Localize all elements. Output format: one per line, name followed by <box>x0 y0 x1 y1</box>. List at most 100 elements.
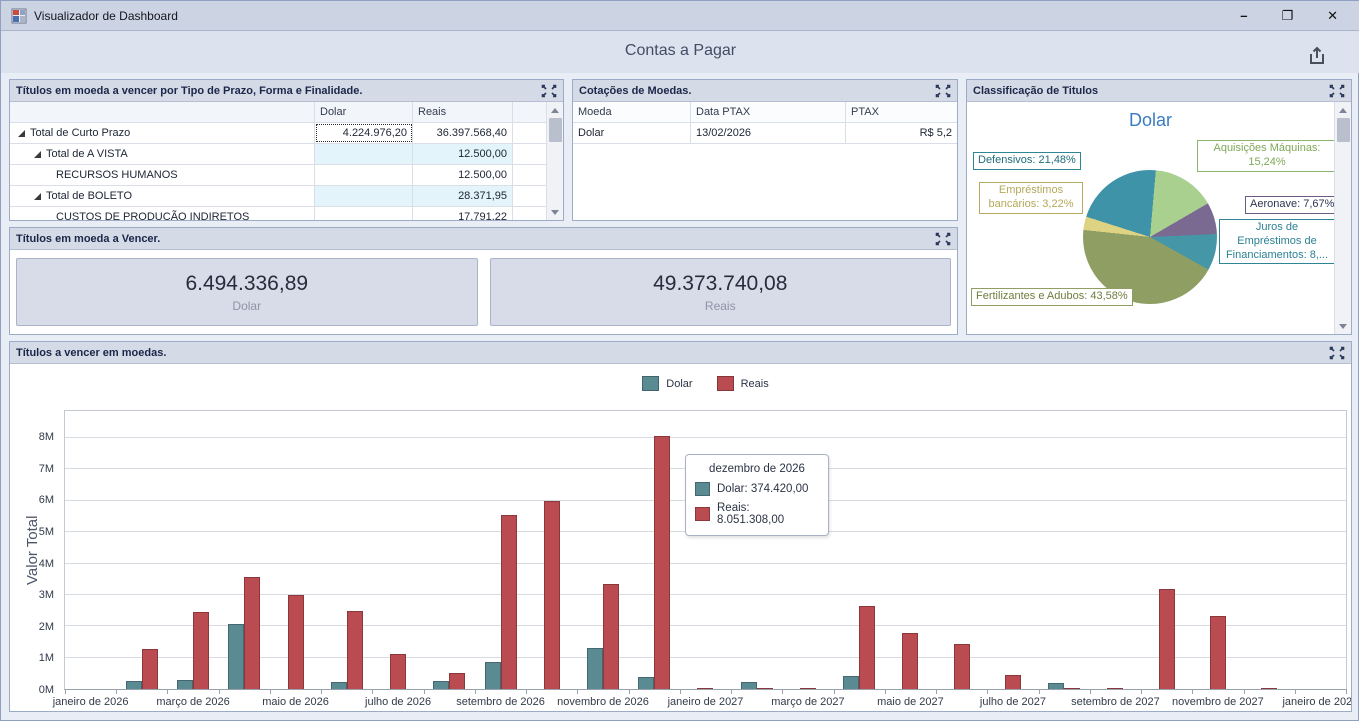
expand-icon[interactable] <box>1329 346 1345 360</box>
dolar-bar[interactable] <box>177 680 193 689</box>
table-row[interactable]: CUSTOS DE PRODUÇÃO INDIRETOS 17.791,22 <box>10 207 546 220</box>
reais-bar[interactable] <box>902 633 918 689</box>
reais-bar[interactable] <box>288 595 304 689</box>
cell-dolar[interactable] <box>315 165 413 185</box>
reais-bar[interactable] <box>859 606 875 689</box>
x-tick <box>526 689 527 694</box>
dolar-bar[interactable] <box>587 648 603 689</box>
tree-cell[interactable]: CUSTOS DE PRODUÇÃO INDIRETOS <box>10 207 315 220</box>
cell-dolar[interactable]: 4.224.976,20 <box>315 123 413 143</box>
cell-reais[interactable]: 17.791,22 <box>413 207 513 220</box>
scroll-down-icon[interactable] <box>1335 318 1352 334</box>
pie-chart[interactable] <box>1083 170 1217 304</box>
dolar-bar[interactable] <box>741 682 757 689</box>
reais-bar[interactable] <box>390 654 406 689</box>
tree-table-rows: Total de Curto Prazo4.224.976,2036.397.5… <box>10 123 546 220</box>
cell-reais[interactable]: 12.500,00 <box>413 144 513 164</box>
export-icon[interactable] <box>1306 45 1328 67</box>
cell-reais[interactable]: 36.397.568,40 <box>413 123 513 143</box>
reais-bar[interactable] <box>449 673 465 689</box>
scrollbar-thumb[interactable] <box>549 118 562 142</box>
cell-data-ptax[interactable]: 13/02/2026 <box>691 123 846 143</box>
expand-icon[interactable] <box>541 84 557 98</box>
column-header-moeda[interactable]: Moeda <box>573 102 691 122</box>
reais-bar[interactable] <box>501 515 517 689</box>
reais-bar[interactable] <box>1261 688 1277 689</box>
x-tick-label: janeiro de 2027 <box>668 696 744 708</box>
scroll-up-icon[interactable] <box>547 102 564 118</box>
collapse-triangle-icon[interactable] <box>34 193 41 200</box>
collapse-triangle-icon[interactable] <box>18 130 25 137</box>
reais-bar[interactable] <box>654 436 670 689</box>
table-row[interactable]: Total de Curto Prazo4.224.976,2036.397.5… <box>10 123 546 144</box>
x-tick-label: setembro de 2026 <box>456 696 545 708</box>
dolar-bar[interactable] <box>126 681 142 689</box>
reais-bar[interactable] <box>603 584 619 689</box>
dolar-bar[interactable] <box>433 681 449 689</box>
x-tick-label: janeiro de 2028 <box>1282 696 1351 708</box>
legend-item-reais[interactable]: Reais <box>717 376 769 391</box>
reais-bar[interactable] <box>1159 589 1175 689</box>
reais-bar[interactable] <box>193 612 209 689</box>
close-button[interactable]: ✕ <box>1327 9 1338 22</box>
reais-bar[interactable] <box>697 688 713 689</box>
column-header-data-ptax[interactable]: Data PTAX <box>691 102 846 122</box>
reais-bar[interactable] <box>757 688 773 689</box>
reais-bar[interactable] <box>800 688 816 689</box>
table-row[interactable]: Dolar 13/02/2026 R$ 5,2 <box>573 123 957 144</box>
tree-cell[interactable]: Total de Curto Prazo <box>10 123 315 143</box>
dolar-bar[interactable] <box>331 682 347 689</box>
tree-cell[interactable]: Total de A VISTA <box>10 144 315 164</box>
reais-bar[interactable] <box>954 644 970 689</box>
minimize-button[interactable]: – <box>1240 9 1247 22</box>
reais-bar[interactable] <box>347 611 363 689</box>
cell-dolar[interactable] <box>315 207 413 220</box>
dolar-bar[interactable] <box>843 676 859 689</box>
table-row[interactable]: Total de A VISTA 12.500,00 <box>10 144 546 165</box>
expand-icon[interactable] <box>1329 84 1345 98</box>
reais-bar[interactable] <box>544 501 560 689</box>
tree-table-scrollbar[interactable] <box>546 102 563 220</box>
reais-bar[interactable] <box>1064 688 1080 689</box>
column-header-dolar[interactable]: Dolar <box>315 102 413 122</box>
table-row[interactable]: Total de BOLETO 28.371,95 <box>10 186 546 207</box>
classification-scrollbar[interactable] <box>1334 102 1351 334</box>
column-header-tree[interactable] <box>10 102 315 122</box>
cell-reais[interactable]: 28.371,95 <box>413 186 513 206</box>
x-tick-label: novembro de 2026 <box>557 696 649 708</box>
bar-group <box>577 411 628 689</box>
scroll-down-icon[interactable] <box>547 204 564 220</box>
restore-button[interactable]: ❐ <box>1281 9 1293 22</box>
plot-area: janeiro de 2026março de 2026maio de 2026… <box>64 410 1347 690</box>
cell-reais[interactable]: 12.500,00 <box>413 165 513 185</box>
legend-item-dolar[interactable]: Dolar <box>642 376 692 391</box>
reais-bar[interactable] <box>1005 675 1021 689</box>
x-tick <box>372 689 373 694</box>
legend-label: Reais <box>741 378 769 390</box>
cell-dolar[interactable] <box>315 144 413 164</box>
table-row[interactable]: RECURSOS HUMANOS 12.500,00 <box>10 165 546 186</box>
reais-bar[interactable] <box>1107 688 1123 689</box>
reais-bar[interactable] <box>1210 616 1226 689</box>
reais-bar[interactable] <box>244 577 260 689</box>
dolar-bar[interactable] <box>638 677 654 689</box>
dolar-bar[interactable] <box>1048 683 1064 689</box>
scroll-up-icon[interactable] <box>1335 102 1352 118</box>
scrollbar-thumb[interactable] <box>1337 118 1350 142</box>
reais-bar[interactable] <box>142 649 158 689</box>
column-header-reais[interactable]: Reais <box>413 102 513 122</box>
dolar-bar[interactable] <box>485 662 501 689</box>
bar-group <box>1244 411 1295 689</box>
tree-cell[interactable]: RECURSOS HUMANOS <box>10 165 315 185</box>
cell-ptax[interactable]: R$ 5,2 <box>846 123 957 143</box>
expand-icon[interactable] <box>935 84 951 98</box>
bar-group <box>731 411 782 689</box>
dolar-bar[interactable] <box>228 624 244 689</box>
column-header-ptax[interactable]: PTAX <box>846 102 957 122</box>
y-tick-label: 0M <box>39 684 54 696</box>
cell-moeda[interactable]: Dolar <box>573 123 691 143</box>
tree-cell[interactable]: Total de BOLETO <box>10 186 315 206</box>
collapse-triangle-icon[interactable] <box>34 151 41 158</box>
cell-dolar[interactable] <box>315 186 413 206</box>
expand-icon[interactable] <box>935 232 951 246</box>
